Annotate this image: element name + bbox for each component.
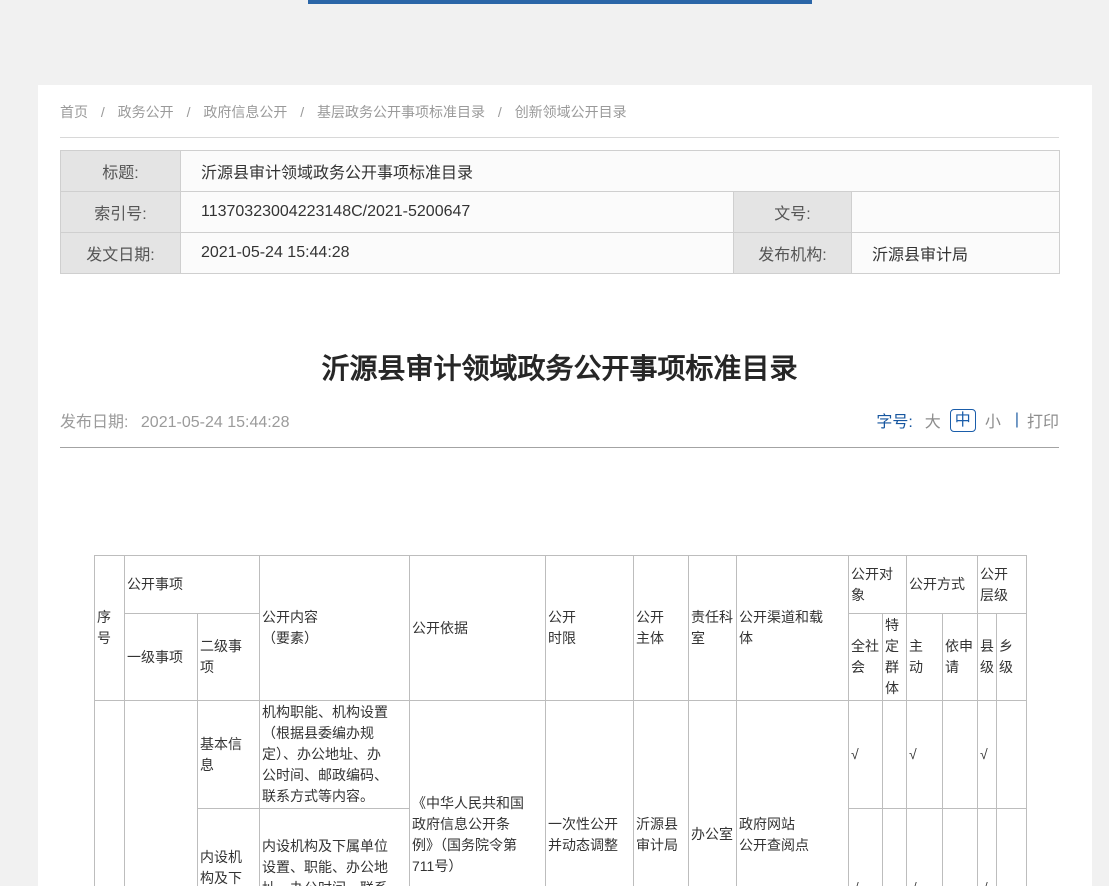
info-org-value: 沂源县审计局 [852, 233, 1060, 274]
cell-r1-method-request [943, 701, 978, 809]
header-method-active: 主 动 [907, 614, 943, 701]
breadcrumb-separator: / [101, 104, 105, 120]
header-item-l2: 二级事 项 [198, 614, 260, 701]
cell-basis: 《中华人民共和国 政府信息公开条 例》（国务院令第 711号） [410, 701, 546, 886]
publish-date-value: 2021-05-24 15:44:28 [141, 414, 290, 431]
cell-r2-audience-specific [883, 809, 907, 886]
info-row-date: 发文日期: 2021-05-24 15:44:28 发布机构: 沂源县审计局 [61, 233, 1060, 274]
cell-r2-item-l2: 内设机 构及下 属事业 单位 [198, 809, 260, 886]
cell-r1-method-active-check: √ [907, 701, 943, 809]
header-serial: 序 号 [95, 556, 125, 701]
cell-r2-level-county-check: √ [978, 809, 997, 886]
header-level-county: 县 级 [978, 614, 997, 701]
header-level: 公开 层级 [978, 556, 1027, 614]
cell-r2-content: 内设机构及下属单位 设置、职能、办公地 址、办公时间、联系 方式、负责人姓名等 … [260, 809, 410, 886]
header-time-limit: 公开 时限 [546, 556, 634, 701]
breadcrumb-link-current: 创新领域公开目录 [515, 104, 627, 120]
breadcrumb: 首页 / 政务公开 / 政府信息公开 / 基层政务公开事项标准目录 / 创新领域… [60, 85, 1059, 122]
header-level-town: 乡 级 [997, 614, 1027, 701]
font-size-large-button[interactable]: 大 [925, 408, 941, 432]
info-docnum-label: 文号: [734, 192, 852, 233]
article-meta-row: 发布日期: 2021-05-24 15:44:28 字号: 大 中 小 | 打印 [60, 408, 1059, 432]
content-card: 首页 / 政务公开 / 政府信息公开 / 基层政务公开事项标准目录 / 创新领域… [38, 85, 1092, 886]
info-index-label: 索引号: [61, 192, 181, 233]
catalog-table-container: 序 号 公开事项 公开内容 （要素） 公开依据 公开 时限 公开 主体 责任科 … [94, 555, 1059, 886]
info-row-title: 标题: 沂源县审计领域政务公开事项标准目录 [61, 151, 1060, 192]
header-method-request: 依申 请 [943, 614, 978, 701]
cell-channel: 政府网站 公开查阅点 [737, 701, 849, 886]
font-size-controls: 字号: 大 中 小 | 打印 [876, 408, 1059, 432]
info-row-index: 索引号: 11370323004223148C/2021-5200647 文号: [61, 192, 1060, 233]
catalog-table: 序 号 公开事项 公开内容 （要素） 公开依据 公开 时限 公开 主体 责任科 … [94, 555, 1027, 886]
cell-r1-item-l2: 基本信 息 [198, 701, 260, 809]
cell-r2-method-request [943, 809, 978, 886]
breadcrumb-link-govaffairs[interactable]: 政务公开 [118, 104, 174, 120]
header-item: 公开事项 [125, 556, 260, 614]
header-basis: 公开依据 [410, 556, 546, 701]
header-subject: 公开 主体 [634, 556, 689, 701]
title-divider [60, 447, 1059, 448]
cell-serial [95, 701, 125, 886]
header-method: 公开方式 [907, 556, 978, 614]
cell-subject: 沂源县 审计局 [634, 701, 689, 886]
header-item-l1: 一级事项 [125, 614, 198, 701]
document-info-table: 标题: 沂源县审计领域政务公开事项标准目录 索引号: 1137032300422… [60, 150, 1060, 274]
cell-r2-audience-all-check: √ [849, 809, 883, 886]
header-dept: 责任科 室 [689, 556, 737, 701]
top-nav-bar-fragment [308, 0, 812, 4]
print-button[interactable]: 打印 [1027, 408, 1059, 432]
cell-r2-method-active-check: √ [907, 809, 943, 886]
info-index-value: 11370323004223148C/2021-5200647 [181, 192, 734, 233]
breadcrumb-link-home[interactable]: 首页 [60, 104, 88, 120]
breadcrumb-separator: / [498, 104, 502, 120]
info-date-label: 发文日期: [61, 233, 181, 274]
breadcrumb-link-govinfo[interactable]: 政府信息公开 [203, 104, 287, 120]
cell-r1-audience-all-check: √ [849, 701, 883, 809]
catalog-header-row-1: 序 号 公开事项 公开内容 （要素） 公开依据 公开 时限 公开 主体 责任科 … [95, 556, 1027, 614]
breadcrumb-link-catalog[interactable]: 基层政务公开事项标准目录 [317, 104, 485, 120]
info-org-label: 发布机构: [734, 233, 852, 274]
cell-r1-audience-specific [883, 701, 907, 809]
header-content: 公开内容 （要素） [260, 556, 410, 701]
breadcrumb-separator: / [300, 104, 304, 120]
publish-date: 发布日期: 2021-05-24 15:44:28 [60, 408, 289, 432]
publish-date-label: 发布日期: [60, 414, 128, 431]
cell-r1-content: 机构职能、机构设置 （根据县委编办规 定）、办公地址、办 公时间、邮政编码、 联… [260, 701, 410, 809]
breadcrumb-separator: / [187, 104, 191, 120]
cell-r1-level-town [997, 701, 1027, 809]
info-title-label: 标题: [61, 151, 181, 192]
page-title: 沂源县审计领域政务公开事项标准目录 [60, 352, 1059, 386]
cell-item-l1 [125, 701, 198, 886]
info-docnum-value [852, 192, 1060, 233]
header-channel: 公开渠道和载 体 [737, 556, 849, 701]
info-title-value: 沂源县审计领域政务公开事项标准目录 [181, 151, 1060, 192]
cell-time-limit: 一次性公开 并动态调整 [546, 701, 634, 886]
font-size-medium-button[interactable]: 中 [950, 409, 976, 432]
cell-r2-level-town [997, 809, 1027, 886]
font-size-small-button[interactable]: 小 [985, 408, 1001, 432]
catalog-row-basic-info: 基本信 息 机构职能、机构设置 （根据县委编办规 定）、办公地址、办 公时间、邮… [95, 701, 1027, 809]
header-audience-specific: 特 定 群 体 [883, 614, 907, 701]
vertical-divider: | [1015, 411, 1019, 429]
cell-dept: 办公室 [689, 701, 737, 886]
info-date-value: 2021-05-24 15:44:28 [181, 233, 734, 274]
breadcrumb-divider [60, 137, 1059, 138]
cell-r1-level-county-check: √ [978, 701, 997, 809]
font-size-label: 字号: [876, 408, 912, 432]
header-audience: 公开对 象 [849, 556, 907, 614]
header-audience-all: 全社 会 [849, 614, 883, 701]
